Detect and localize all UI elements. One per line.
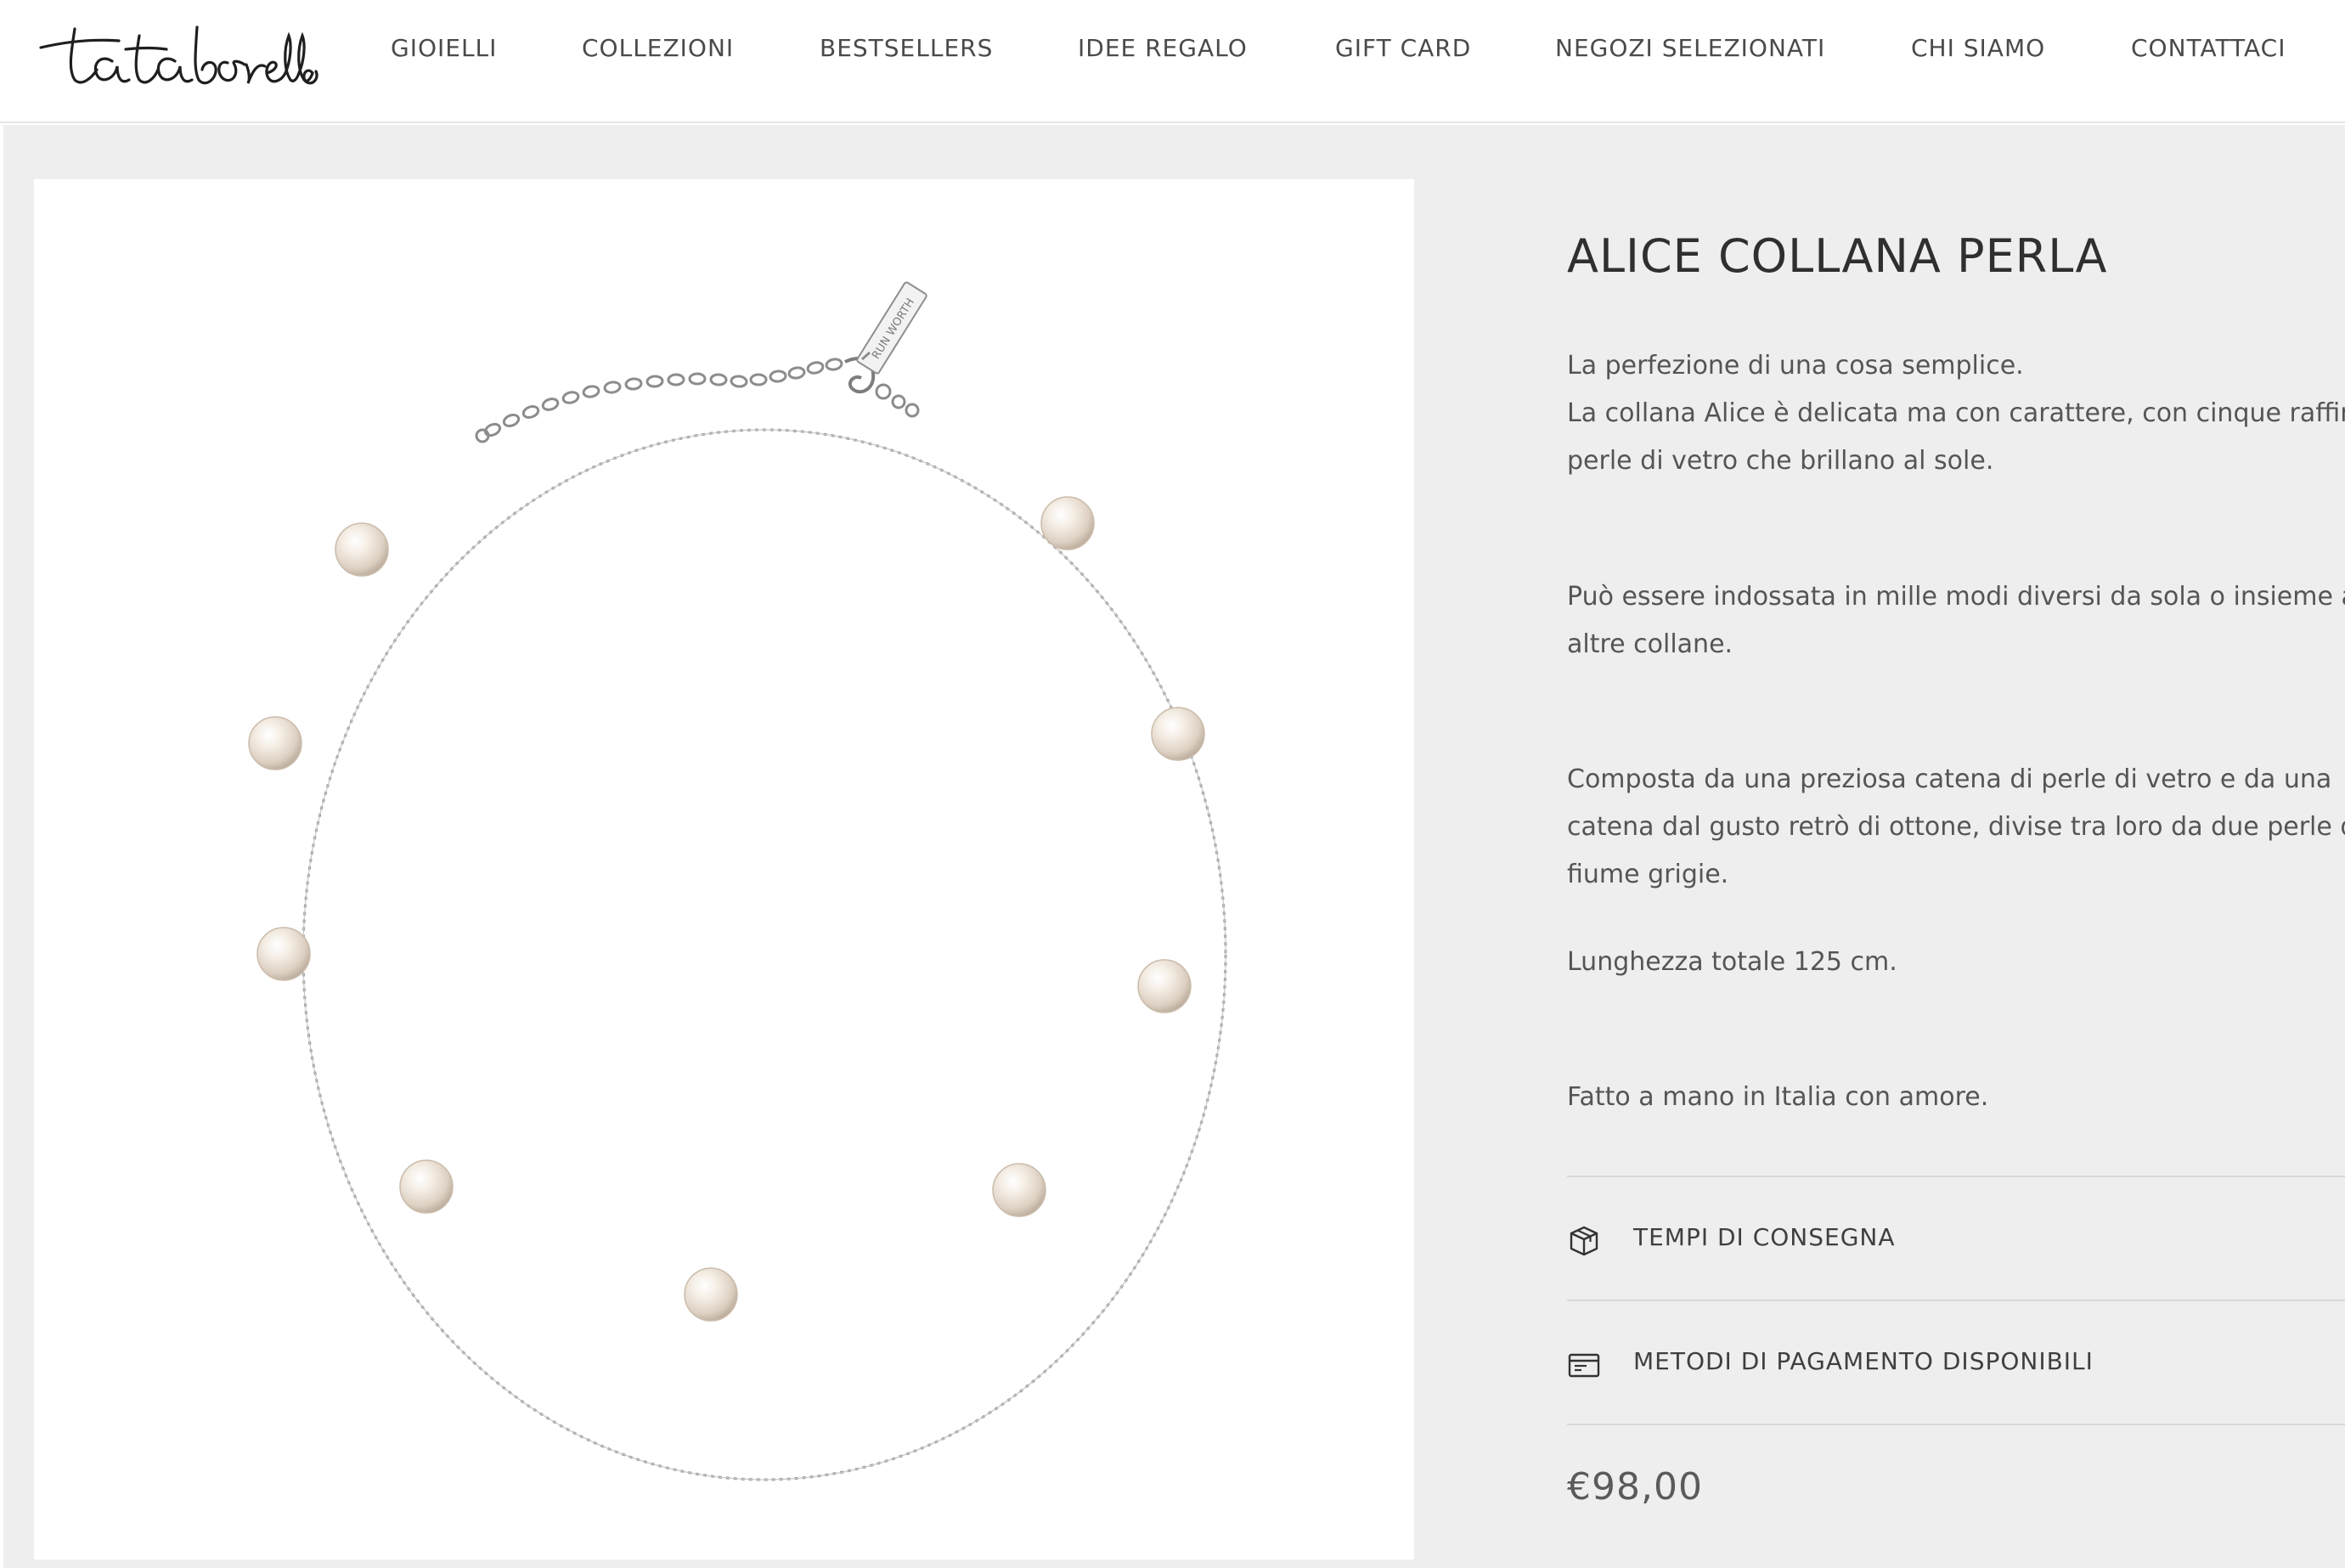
description-paragraph: Può essere indossata in mille modi diver… bbox=[1567, 582, 2345, 659]
nav-item-gift-card[interactable]: GIFT CARD bbox=[1335, 34, 1471, 62]
pearl bbox=[335, 522, 389, 577]
product-title: ALICE COLLANA PERLA bbox=[1567, 229, 2108, 283]
pearl bbox=[1040, 496, 1095, 550]
nav-item-idee-regalo[interactable]: IDEE REGALO bbox=[1078, 34, 1248, 62]
site-header: GIOIELLI COLLEZIONI BESTSELLERS IDEE REG… bbox=[0, 0, 2345, 123]
pearl bbox=[684, 1267, 738, 1322]
bead-chain bbox=[302, 428, 1227, 1481]
nav-item-chi-siamo[interactable]: CHI SIAMO bbox=[1911, 34, 2045, 62]
nav-item-bestsellers[interactable]: BESTSELLERS bbox=[820, 34, 993, 62]
description-paragraph: Composta da una preziosa catena di perle… bbox=[1567, 764, 2345, 889]
pearl bbox=[1137, 959, 1192, 1013]
credit-card-icon bbox=[1568, 1353, 1600, 1378]
pearls bbox=[248, 496, 1205, 1322]
product-section: RUN WORTH ALICE COLLANA PERLA La perfezi… bbox=[3, 125, 2345, 1568]
product-info: ALICE COLLANA PERLA La perfezione di una… bbox=[1567, 125, 2345, 1568]
necklace-illustration: RUN WORTH bbox=[248, 281, 1227, 1481]
accordion-delivery-times[interactable]: TEMPI DI CONSEGNA bbox=[1567, 1176, 2345, 1300]
pearl bbox=[248, 716, 302, 770]
pearl bbox=[256, 927, 311, 981]
pearl bbox=[992, 1163, 1046, 1217]
pearl bbox=[1151, 707, 1205, 761]
package-icon bbox=[1570, 1226, 1598, 1256]
accordion-label: METODI DI PAGAMENTO DISPONIBILI bbox=[1633, 1347, 2094, 1375]
nav-item-negozi-selezionati[interactable]: NEGOZI SELEZIONATI bbox=[1555, 34, 1825, 62]
product-price: €98,00 bbox=[1567, 1465, 1703, 1509]
accordion-label: TEMPI DI CONSEGNA bbox=[1633, 1223, 1896, 1251]
length-text: Lunghezza totale 125 cm. bbox=[1567, 947, 1897, 977]
nav-item-gioielli[interactable]: GIOIELLI bbox=[391, 34, 497, 62]
divider bbox=[1567, 1424, 2345, 1425]
extension-chain bbox=[483, 358, 843, 437]
product-image[interactable]: RUN WORTH bbox=[34, 179, 1414, 1560]
brand-tag: RUN WORTH bbox=[856, 281, 927, 375]
main-nav: GIOIELLI COLLEZIONI BESTSELLERS IDEE REG… bbox=[0, 0, 2345, 98]
nav-item-contattaci[interactable]: CONTATTACI bbox=[2131, 34, 2286, 62]
pearl bbox=[399, 1159, 454, 1214]
accordion-payment-methods[interactable]: METODI DI PAGAMENTO DISPONIBILI bbox=[1567, 1300, 2345, 1424]
made-in-italy-text: Fatto a mano in Italia con amore. bbox=[1567, 1082, 1989, 1112]
description-paragraph: La perfezione di una cosa semplice. La c… bbox=[1567, 351, 2345, 476]
nav-item-collezioni[interactable]: COLLEZIONI bbox=[582, 34, 734, 62]
